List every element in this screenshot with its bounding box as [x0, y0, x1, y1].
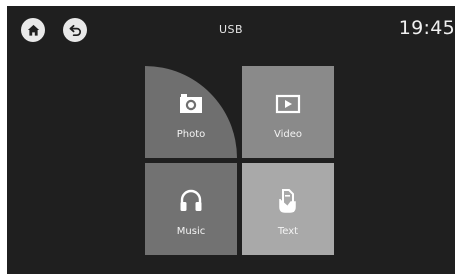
camera-icon	[180, 94, 202, 113]
clock: 19:45	[398, 17, 455, 39]
play-screen-icon	[275, 94, 301, 114]
screen: USB 19:45 Photo Video Music Text	[7, 6, 455, 274]
photo-tile[interactable]: Photo	[145, 66, 237, 158]
music-label: Music	[176, 226, 206, 237]
photo-label: Photo	[176, 129, 206, 140]
hand-document-icon	[279, 189, 296, 213]
video-tile[interactable]: Video	[242, 66, 334, 158]
top-bar: USB 19:45	[7, 6, 455, 46]
page-title: USB	[218, 23, 244, 36]
headphones-icon	[180, 189, 202, 211]
text-label: Text	[277, 226, 299, 237]
video-label: Video	[273, 129, 303, 140]
text-tile[interactable]: Text	[242, 163, 334, 255]
music-tile[interactable]: Music	[145, 163, 237, 255]
